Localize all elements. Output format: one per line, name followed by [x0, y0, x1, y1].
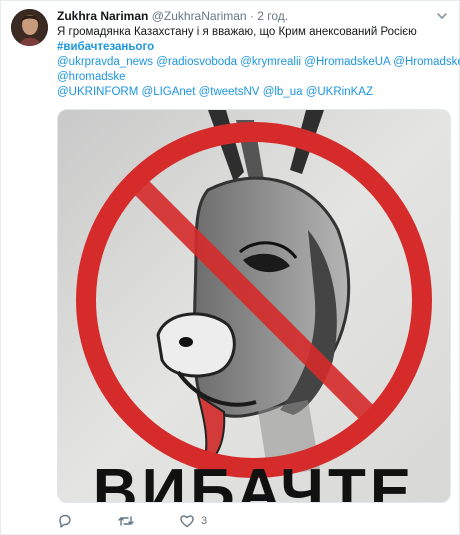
mention-line: @hromadske	[57, 70, 449, 85]
hashtag-link[interactable]: #вибачтезанього	[57, 41, 154, 53]
retweet-button[interactable]	[117, 513, 135, 529]
tweet-header: Zukhra Nariman @ZukhraNariman · 2 год.	[57, 9, 433, 24]
mention-link[interactable]: @ukrpravda_news	[57, 56, 153, 68]
reply-button[interactable]	[57, 513, 73, 529]
mention-link[interactable]: @LIGAnet	[142, 86, 196, 98]
avatar[interactable]	[11, 9, 48, 46]
separator-dot: ·	[249, 9, 254, 23]
mention-line: @ukrpravda_news @radiosvoboda @krymreali…	[57, 55, 460, 70]
mention-link[interactable]: @lb_ua	[263, 86, 303, 98]
drawing-muzzle	[156, 312, 236, 378]
heart-icon	[180, 515, 194, 528]
reply-icon	[59, 514, 71, 528]
tweet-text: Я громадянка Казахстану і я вважаю, що К…	[57, 25, 460, 100]
tweet-actions: 3	[57, 513, 251, 529]
mention-link[interactable]: @HromadskeUA	[304, 56, 390, 68]
mention-link[interactable]: @krymrealii	[240, 56, 301, 68]
timestamp[interactable]: 2 год.	[257, 9, 288, 23]
mention-link[interactable]: @hromadske	[57, 71, 126, 83]
mention-link[interactable]: @HromadskeRU	[393, 56, 460, 68]
mention-link[interactable]: @UKRinKAZ	[306, 86, 373, 98]
chevron-down-icon[interactable]	[435, 9, 449, 23]
image-caption: ВИБАЧТЕ	[93, 457, 415, 502]
like-button[interactable]: 3	[179, 513, 207, 529]
tweet-image[interactable]: ВИБАЧТЕ	[57, 109, 451, 503]
tweet-text-line: Я громадянка Казахстану і я вважаю, що К…	[57, 26, 417, 38]
like-count: 3	[201, 515, 208, 527]
author-name[interactable]: Zukhra Nariman	[57, 9, 148, 23]
mention-link[interactable]: @radiosvoboda	[156, 56, 237, 68]
mention-link[interactable]: @UKRINFORM	[57, 86, 138, 98]
mention-line: @UKRINFORM @LIGAnet @tweetsNV @lb_ua @UK…	[57, 85, 449, 100]
mention-link[interactable]: @tweetsNV	[199, 86, 260, 98]
retweet-icon	[118, 516, 134, 526]
tweet-card[interactable]: Zukhra Nariman @ZukhraNariman · 2 год. Я…	[0, 0, 460, 535]
author-handle[interactable]: @ZukhraNariman	[152, 9, 247, 23]
